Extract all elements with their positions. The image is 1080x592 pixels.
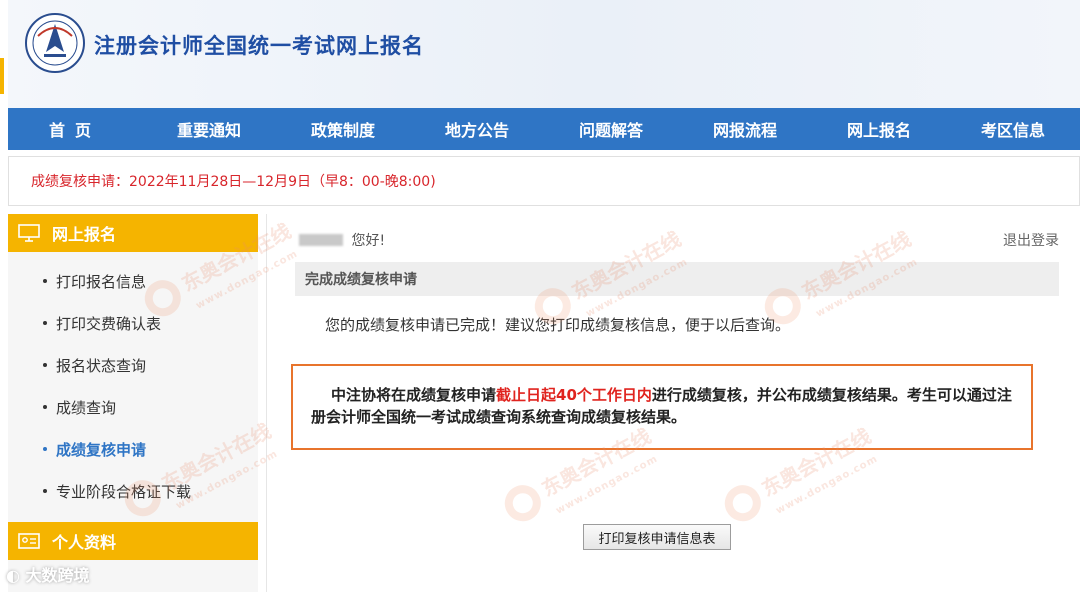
site-header: 注册会计师全国统一考试网上报名 — [0, 0, 1080, 108]
greeting-text: 您好! — [351, 233, 386, 249]
nav-important-notice[interactable]: 重要通知 — [142, 108, 276, 150]
sidebar-item-label: 成绩复核申请 — [56, 440, 147, 459]
info-text-highlight: 截止日起40个工作日内 — [496, 386, 652, 404]
header-left-strip — [0, 0, 8, 108]
nav-faq[interactable]: 问题解答 — [544, 108, 678, 150]
bullet-icon — [43, 405, 47, 409]
sidebar-item-label: 成绩查询 — [56, 398, 117, 417]
nav-exam-region-info[interactable]: 考区信息 — [946, 108, 1080, 150]
nav-local-announcements[interactable]: 地方公告 — [410, 108, 544, 150]
info-text-part1: 中注协将在成绩复核申请 — [331, 386, 497, 404]
sidebar-section-label: 网上报名 — [52, 225, 117, 244]
nav-policy[interactable]: 政策制度 — [276, 108, 410, 150]
site-title: 注册会计师全国统一考试网上报名 — [94, 34, 424, 58]
bullet-icon — [43, 447, 47, 451]
cicpa-logo-icon — [25, 13, 85, 73]
sidebar-menu: 打印报名信息 打印交费确认表 报名状态查询 成绩查询 成绩复核申请 专业阶段合格… — [8, 260, 258, 512]
nav-home[interactable]: 首页 — [8, 108, 142, 150]
review-info-box: 中注协将在成绩复核申请截止日起40个工作日内进行成绩复核，并公布成绩复核结果。考… — [291, 364, 1033, 450]
nav-online-registration[interactable]: 网上报名 — [812, 108, 946, 150]
bullet-icon — [43, 363, 47, 367]
print-review-form-button[interactable]: 打印复核申请信息表 — [583, 524, 731, 550]
sidebar-section-online-registration: 网上报名 — [8, 214, 258, 252]
sidebar-item-status-query[interactable]: 报名状态查询 — [8, 344, 258, 386]
bullet-icon — [43, 489, 47, 493]
completion-message: 您的成绩复核申请已完成！建议您打印成绩复核信息，便于以后查询。 — [325, 316, 791, 334]
section-title: 完成成绩复核申请 — [295, 262, 1059, 296]
sidebar-item-label: 打印交费确认表 — [56, 314, 162, 333]
sidebar-item-score-review[interactable]: 成绩复核申请 — [8, 428, 258, 470]
sidebar-item-certificate-download[interactable]: 专业阶段合格证下载 — [8, 470, 258, 512]
sidebar-item-label: 报名状态查询 — [56, 356, 147, 375]
bullet-icon — [43, 279, 47, 283]
credit-text: 大数跨境 — [25, 566, 90, 585]
id-card-icon — [18, 533, 40, 549]
sidebar-item-print-payment[interactable]: 打印交费确认表 — [8, 302, 258, 344]
logout-link[interactable]: 退出登录 — [1003, 230, 1059, 250]
sidebar-section-personal-info: 个人资料 — [8, 522, 258, 560]
notice-bar: 成绩复核申请：2022年11月28日—12月9日（早8：00-晚8:00) — [8, 156, 1080, 206]
sidebar-section-label: 个人资料 — [52, 533, 117, 552]
credit-logo-icon: ◐ — [6, 566, 20, 585]
nav-registration-process[interactable]: 网报流程 — [678, 108, 812, 150]
sidebar-item-score-query[interactable]: 成绩查询 — [8, 386, 258, 428]
greeting-row: 您好! 退出登录 — [299, 230, 1059, 250]
sidebar-item-label: 专业阶段合格证下载 — [56, 482, 192, 501]
credit-watermark: ◐ 大数跨境 — [6, 562, 90, 586]
main-panel: 您好! 退出登录 完成成绩复核申请 您的成绩复核申请已完成！建议您打印成绩复核信… — [266, 214, 1080, 592]
sidebar-item-print-registration[interactable]: 打印报名信息 — [8, 260, 258, 302]
notice-text: 成绩复核申请：2022年11月28日—12月9日（早8：00-晚8:00) — [31, 174, 436, 190]
accent-tick — [0, 58, 4, 94]
masked-username — [299, 234, 343, 246]
sidebar: 网上报名 打印报名信息 打印交费确认表 报名状态查询 成绩查询 成绩复核申请 专… — [8, 214, 258, 592]
sidebar-item-label: 打印报名信息 — [56, 272, 147, 291]
bullet-icon — [43, 321, 47, 325]
monitor-icon — [18, 224, 40, 242]
main-nav: 首页 重要通知 政策制度 地方公告 问题解答 网报流程 网上报名 考区信息 — [8, 108, 1080, 150]
